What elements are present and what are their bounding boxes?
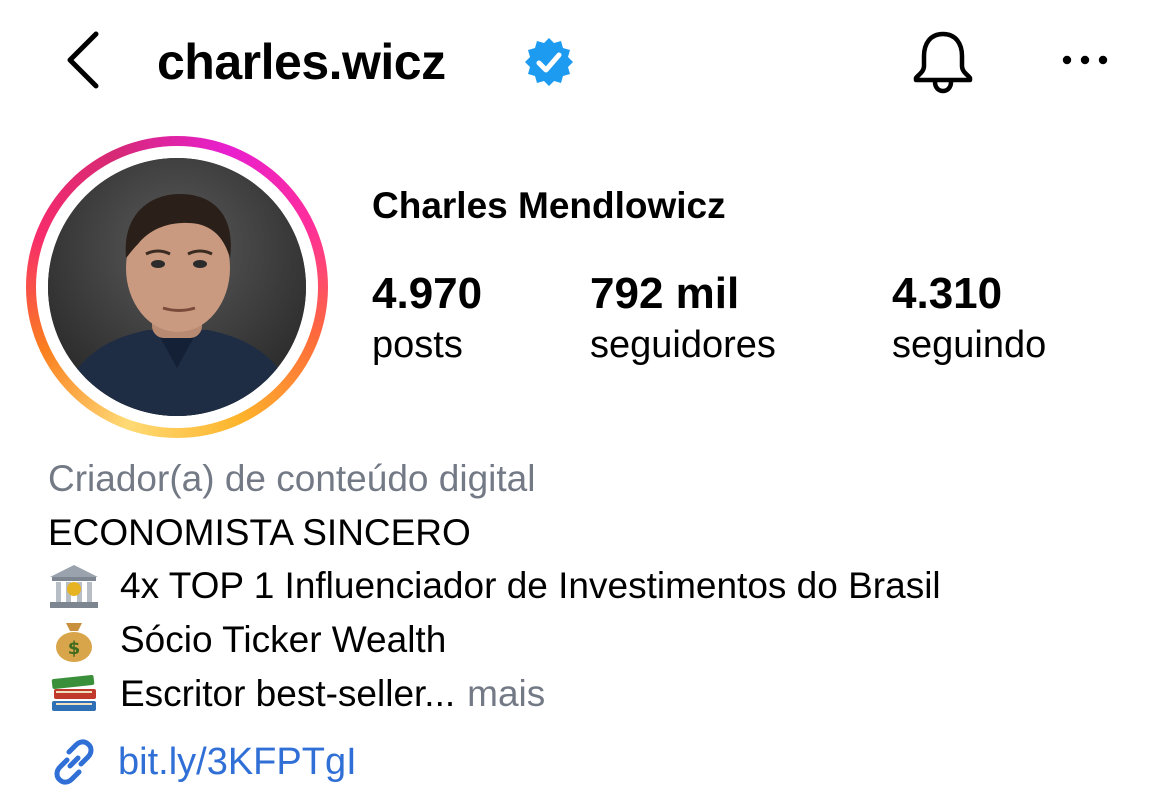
bio-line-text: Sócio Ticker Wealth	[120, 619, 447, 660]
money-bag-icon: $	[48, 617, 100, 663]
posts-count-value: 4.970	[372, 269, 483, 318]
notifications-button[interactable]	[908, 26, 978, 96]
bio-line-text: 4x TOP 1 Influenciador de Investimentos …	[120, 565, 941, 606]
profile-link[interactable]: bit.ly/3KFPTgI	[48, 736, 357, 788]
link-icon	[54, 739, 94, 785]
back-button[interactable]	[60, 28, 110, 92]
following-count-value: 4.310	[892, 269, 1003, 318]
bio-line: 4x TOP 1 Influenciador de Investimentos …	[48, 561, 941, 611]
posts-count[interactable]: 4.970 posts	[372, 268, 482, 370]
bio-line: ECONOMISTA SINCERO	[48, 512, 471, 553]
profile-category: Criador(a) de conteúdo digital	[48, 458, 536, 499]
following-count-label: seguindo	[892, 324, 1047, 366]
chevron-left-icon	[67, 31, 99, 89]
avatar[interactable]	[48, 158, 306, 416]
verified-badge-icon	[523, 36, 575, 88]
bank-icon	[48, 563, 100, 609]
more-options-button[interactable]	[1055, 38, 1115, 82]
profile-full-name: Charles Mendlowicz	[372, 185, 726, 226]
books-icon	[48, 671, 100, 717]
bell-icon	[913, 31, 973, 94]
followers-count-label: seguidores	[590, 324, 776, 366]
followers-count[interactable]: 792 mil seguidores	[590, 268, 776, 370]
bio-line: Escritor best-seller... mais	[48, 669, 545, 719]
more-horizontal-icon	[1062, 55, 1108, 65]
svg-text:$: $	[68, 638, 81, 659]
following-count[interactable]: 4.310 seguindo	[892, 268, 1046, 370]
posts-count-label: posts	[372, 324, 463, 366]
profile-username: charles.wicz	[157, 34, 446, 90]
bio-line: $ Sócio Ticker Wealth	[48, 615, 446, 665]
profile-link-text[interactable]: bit.ly/3KFPTgI	[118, 737, 357, 787]
bio-more-link[interactable]: mais	[467, 669, 545, 719]
bio-line-text: Escritor best-seller...	[120, 673, 456, 714]
followers-count-value: 792 mil	[590, 269, 740, 318]
